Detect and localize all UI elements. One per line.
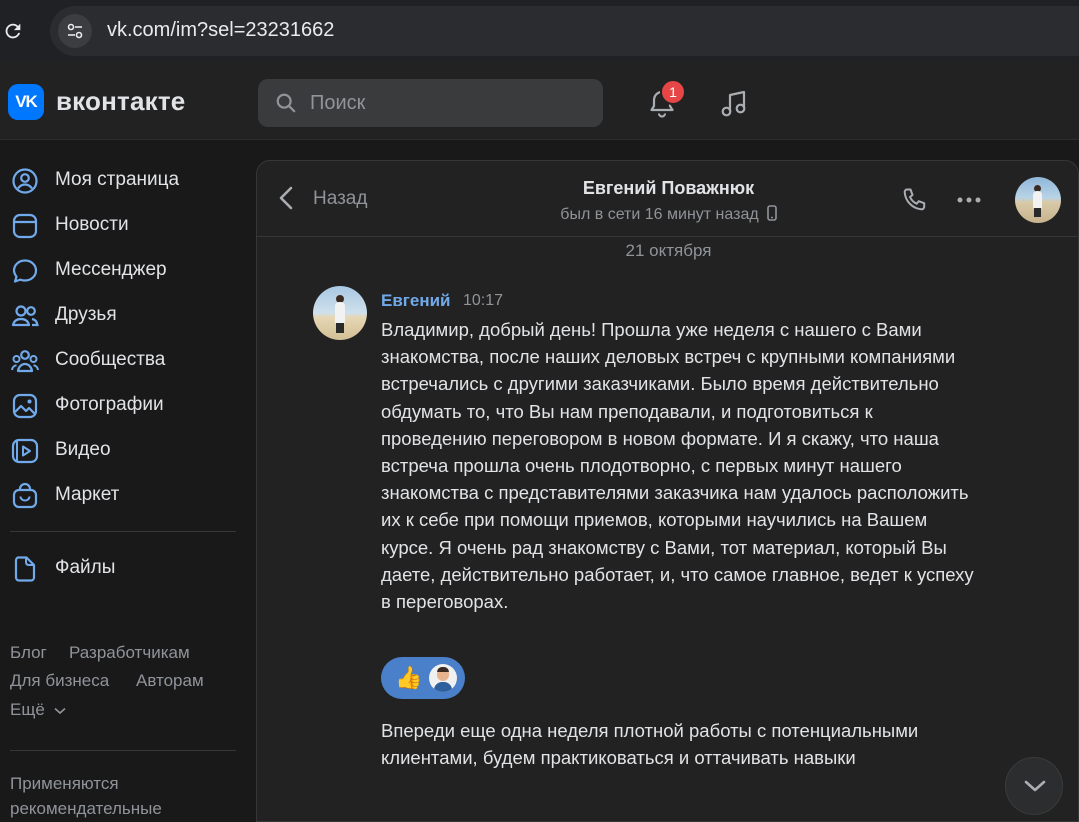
footer-link-blog[interactable]: Блог — [10, 643, 47, 663]
search-box[interactable] — [258, 79, 603, 127]
sidebar-item-label: Новости — [55, 214, 129, 235]
more-options-icon[interactable] — [954, 185, 984, 215]
tune-icon[interactable] — [58, 14, 92, 48]
sidebar-item-video[interactable]: Видео — [10, 430, 245, 470]
message-author[interactable]: Евгений — [381, 291, 451, 311]
sidebar-item-market[interactable]: Маркет — [10, 475, 245, 515]
scroll-down-button[interactable] — [1005, 757, 1063, 815]
phone-icon[interactable] — [899, 185, 929, 215]
footer-more-button[interactable]: Ещё — [10, 700, 66, 720]
video-icon — [11, 438, 39, 464]
footer-link-authors[interactable]: Авторам — [136, 671, 204, 691]
sidebar-item-friends[interactable]: Друзья — [10, 295, 245, 335]
message-time[interactable]: 10:17 — [463, 292, 503, 310]
author-avatar[interactable] — [313, 286, 367, 340]
chevron-down-icon — [53, 707, 66, 715]
sidebar-item-label: Файлы — [55, 557, 116, 578]
notification-badge: 1 — [660, 79, 686, 105]
site-header: VK вконтакте 1 — [0, 62, 1079, 140]
footer-link-developers[interactable]: Разработчикам — [69, 643, 190, 663]
friends-icon — [11, 305, 39, 327]
sidebar-item-photos[interactable]: Фотографии — [10, 385, 245, 425]
bag-icon — [12, 482, 38, 509]
avatar-figure-body — [335, 302, 345, 324]
reactor-avatar — [429, 664, 457, 692]
user-circle-icon — [12, 168, 38, 194]
message-text: Впереди еще одна неделя плотной работы с… — [381, 720, 919, 769]
photo-icon — [12, 393, 38, 419]
avatar-figure-legs — [1034, 208, 1041, 217]
mobile-phone-icon — [766, 205, 777, 221]
recommendation-notice-line2[interactable]: рекомендательные — [10, 799, 162, 819]
file-icon — [14, 556, 36, 582]
sidebar-item-label: Фотографии — [55, 394, 164, 415]
message-text: Владимир, добрый день! Прошла уже неделя… — [381, 319, 974, 613]
recommendation-notice-line1: Применяются — [10, 774, 119, 793]
chat-panel: Назад Евгений Поважнюк был в сети 16 мин… — [256, 160, 1079, 822]
communities-icon — [11, 350, 39, 373]
sidebar-divider — [10, 750, 236, 751]
brand-name[interactable]: вконтакте — [56, 86, 185, 117]
left-sidebar: Моя страница Новости Мессенджер Друзья С… — [0, 140, 256, 822]
browser-toolbar: vk.com/im?sel=23231662 — [0, 0, 1079, 62]
avatar-figure-body — [1033, 191, 1042, 209]
footer-more-label: Ещё — [10, 700, 45, 719]
sidebar-item-label: Моя страница — [55, 169, 180, 190]
reaction-pill[interactable]: 👍 — [381, 657, 465, 699]
vk-logo[interactable]: VK — [8, 84, 44, 120]
reload-icon[interactable] — [0, 16, 26, 46]
avatar-figure-legs — [336, 323, 344, 333]
footer-link-business[interactable]: Для бизнеса — [10, 671, 109, 691]
reactor-hair — [437, 667, 449, 672]
search-icon — [276, 93, 296, 113]
sidebar-item-label: Друзья — [55, 304, 117, 325]
sidebar-item-messenger[interactable]: Мессенджер — [10, 250, 245, 290]
search-input[interactable] — [310, 79, 590, 127]
peer-status: был в сети 16 минут назад — [560, 206, 759, 223]
sidebar-item-label: Маркет — [55, 484, 120, 505]
sidebar-item-files[interactable]: Файлы — [10, 548, 245, 588]
sidebar-item-my-page[interactable]: Моя страница — [10, 160, 245, 200]
sidebar-item-communities[interactable]: Сообщества — [10, 340, 245, 380]
date-separator: 21 октября — [625, 241, 712, 260]
chat-header: Назад Евгений Поважнюк был в сети 16 мин… — [257, 161, 1079, 237]
sidebar-item-label: Видео — [55, 439, 111, 460]
news-icon — [12, 213, 38, 239]
music-icon[interactable] — [716, 86, 752, 122]
address-bar[interactable]: vk.com/im?sel=23231662 — [50, 6, 1079, 56]
chat-bubble-icon — [12, 259, 38, 283]
reactor-body — [434, 682, 452, 692]
sidebar-divider — [10, 531, 236, 532]
url-text[interactable]: vk.com/im?sel=23231662 — [107, 19, 334, 42]
peer-avatar[interactable] — [1015, 177, 1061, 223]
sidebar-item-news[interactable]: Новости — [10, 205, 245, 245]
thumbs-up-emoji: 👍 — [395, 665, 423, 690]
sidebar-item-label: Сообщества — [55, 349, 166, 370]
chevron-down-icon — [1024, 780, 1046, 792]
sidebar-item-label: Мессенджер — [55, 259, 167, 280]
